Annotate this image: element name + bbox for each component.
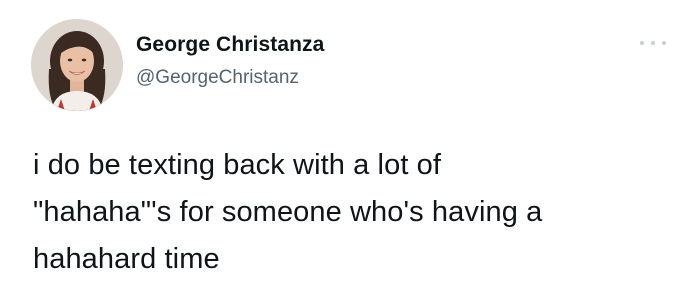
tweet-card: George Christanza @GeorgeChristanz i do … xyxy=(0,0,700,306)
profile-photo-icon xyxy=(31,19,123,111)
author-handle[interactable]: @GeorgeChristanz xyxy=(136,67,299,89)
dot-icon xyxy=(651,41,655,45)
avatar[interactable] xyxy=(31,19,123,111)
dot-icon xyxy=(640,41,644,45)
tweet-text: i do be texting back with a lot of "haha… xyxy=(33,149,543,275)
more-options-icon[interactable] xyxy=(640,38,666,48)
author-display-name[interactable]: George Christanza xyxy=(136,33,324,57)
dot-icon xyxy=(662,41,666,45)
